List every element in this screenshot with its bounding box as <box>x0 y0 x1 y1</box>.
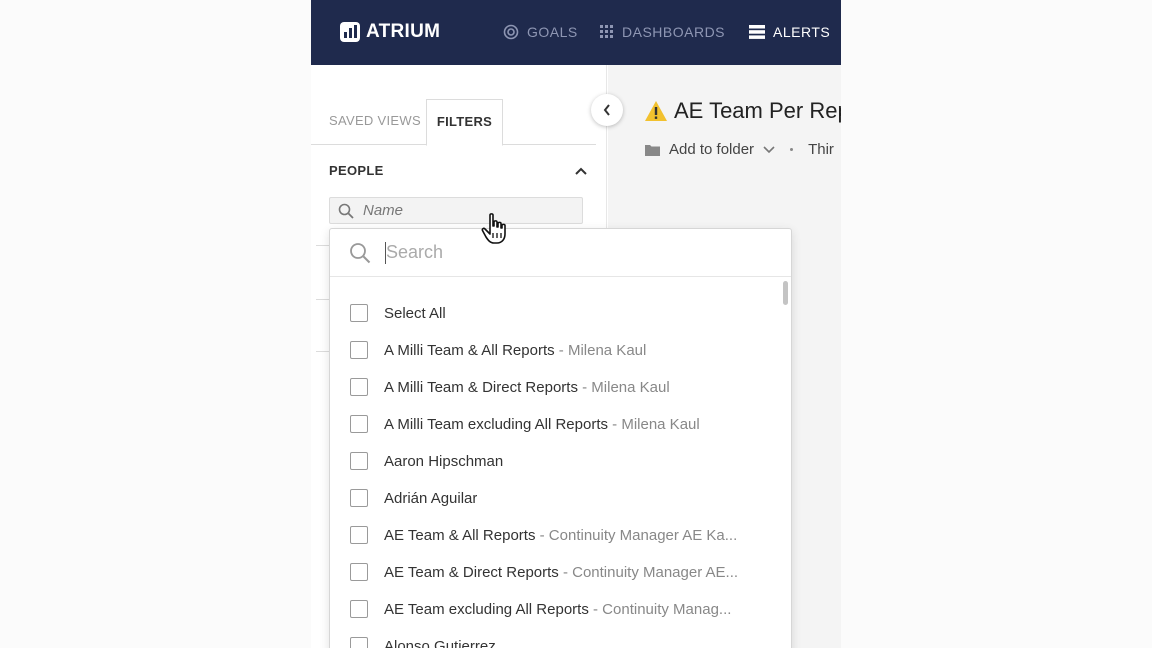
folder-row: Add to folder Thir <box>645 141 834 158</box>
folder-icon <box>645 144 660 156</box>
option-text: Aaron Hipschman <box>384 453 503 470</box>
folder-row-extra: Thir <box>808 141 834 158</box>
sidebar-tabs: SAVED VIEWS FILTERS <box>311 99 596 146</box>
separator-dot <box>790 148 794 151</box>
option-text: Select All <box>384 305 446 322</box>
target-icon <box>503 24 519 40</box>
option-sublabel: - Continuity Manag... <box>588 600 732 618</box>
option-label: Adrián Aguilar <box>384 489 478 507</box>
nav-alerts-label: ALERTS <box>773 24 831 40</box>
nav-goals[interactable]: GOALS <box>503 24 578 40</box>
option-text: Alonso Gutierrez <box>384 638 496 648</box>
nav-alerts[interactable]: ALERTS <box>749 24 830 40</box>
warning-icon <box>645 101 667 121</box>
page-title-text: AE Team Per Rep <box>674 98 841 123</box>
option-label: AE Team excluding All Reports <box>384 600 589 618</box>
option-text: AE Team excluding All Reports - Continui… <box>384 601 731 618</box>
checkbox[interactable] <box>350 563 368 581</box>
atrium-logo-icon <box>340 22 360 42</box>
app-logo[interactable]: ATRIUM <box>340 21 440 43</box>
checkbox[interactable] <box>350 526 368 544</box>
section-title: PEOPLE <box>329 163 384 178</box>
option-label: Alonso Gutierrez <box>384 637 496 648</box>
chevron-left-icon <box>603 104 610 116</box>
search-icon <box>338 203 354 219</box>
list-item[interactable]: AE Team & Direct Reports - Continuity Ma… <box>350 560 760 584</box>
option-text: A Milli Team & Direct Reports - Milena K… <box>384 379 670 396</box>
divider <box>316 299 329 300</box>
people-dropdown: Select All A Milli Team & All Reports - … <box>329 228 792 648</box>
page-title: AE Team Per Rep <box>644 98 841 124</box>
list-item[interactable]: A Milli Team & Direct Reports - Milena K… <box>350 375 760 399</box>
list-item[interactable]: AE Team & All Reports - Continuity Manag… <box>350 523 760 547</box>
option-text: AE Team & All Reports - Continuity Manag… <box>384 527 737 544</box>
nav-goals-label: GOALS <box>527 24 578 40</box>
app-window: ATRIUM GOALS DASHBOARDS ALERTS SAVED VIE… <box>311 0 841 648</box>
hand-pointer-icon <box>481 213 506 244</box>
nav-dashboards[interactable]: DASHBOARDS <box>600 24 725 40</box>
grid-icon <box>600 25 613 38</box>
option-text: A Milli Team excluding All Reports - Mil… <box>384 416 700 433</box>
collapse-sidebar-button[interactable] <box>591 94 623 126</box>
checkbox[interactable] <box>350 489 368 507</box>
checkbox[interactable] <box>350 452 368 470</box>
checkbox[interactable] <box>350 415 368 433</box>
search-icon <box>350 242 371 263</box>
option-label: Aaron Hipschman <box>384 452 504 470</box>
dropdown-search <box>330 229 791 277</box>
checkbox[interactable] <box>350 304 368 322</box>
option-sublabel: - Milena Kaul <box>577 378 670 396</box>
checkbox[interactable] <box>350 341 368 359</box>
name-filter-input[interactable]: Name <box>329 197 583 224</box>
list-item[interactable]: Alonso Gutierrez <box>350 634 760 648</box>
nav-dashboards-label: DASHBOARDS <box>622 24 726 40</box>
divider <box>316 245 329 246</box>
list-item[interactable]: AE Team excluding All Reports - Continui… <box>350 597 760 621</box>
option-text: Adrián Aguilar <box>384 490 477 507</box>
list-item[interactable]: Adrián Aguilar <box>350 486 760 510</box>
option-sublabel: - Milena Kaul <box>554 341 647 359</box>
list-icon <box>749 25 765 39</box>
option-label: A Milli Team excluding All Reports <box>384 415 608 433</box>
option-label: AE Team & All Reports <box>384 526 536 544</box>
option-text: AE Team & Direct Reports - Continuity Ma… <box>384 564 738 581</box>
list-item[interactable]: A Milli Team excluding All Reports - Mil… <box>350 412 760 436</box>
list-item[interactable]: A Milli Team & All Reports - Milena Kaul <box>350 338 760 362</box>
chevron-down-icon[interactable] <box>763 145 775 154</box>
name-placeholder: Name <box>363 202 404 219</box>
top-navigation-bar: ATRIUM GOALS DASHBOARDS ALERTS <box>311 0 841 65</box>
tab-filters[interactable]: FILTERS <box>426 99 503 146</box>
checkbox[interactable] <box>350 378 368 396</box>
app-name: ATRIUM <box>366 21 441 42</box>
chevron-up-icon[interactable] <box>575 167 587 175</box>
tab-saved-views[interactable]: SAVED VIEWS <box>329 99 421 145</box>
checkbox[interactable] <box>350 637 368 648</box>
scrollbar-thumb[interactable] <box>783 281 788 305</box>
option-select-all[interactable]: Select All <box>350 301 760 325</box>
add-to-folder-button[interactable]: Add to folder <box>669 141 754 158</box>
dropdown-search-input[interactable] <box>386 242 746 263</box>
option-sublabel: - Continuity Manager AE Ka... <box>535 526 738 544</box>
option-label: AE Team & Direct Reports <box>384 563 559 581</box>
option-sublabel: - Continuity Manager AE... <box>558 563 739 581</box>
option-text: A Milli Team & All Reports - Milena Kaul <box>384 342 646 359</box>
divider <box>316 351 329 352</box>
list-item[interactable]: Aaron Hipschman <box>350 449 760 473</box>
option-label: A Milli Team & Direct Reports <box>384 378 578 396</box>
option-label: Select All <box>384 304 446 322</box>
checkbox[interactable] <box>350 600 368 618</box>
option-sublabel: - Milena Kaul <box>608 415 700 433</box>
option-label: A Milli Team & All Reports <box>384 341 555 359</box>
people-section-header[interactable]: PEOPLE <box>329 163 587 178</box>
